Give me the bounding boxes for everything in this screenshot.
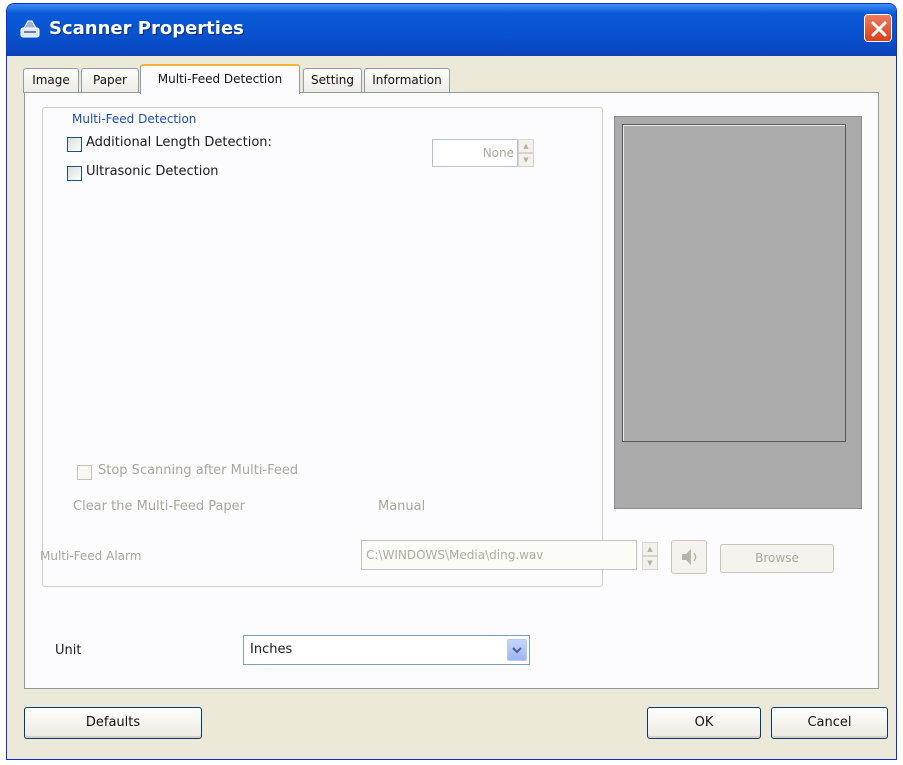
spin-up-icon[interactable]: ▲ bbox=[518, 139, 534, 153]
multi-feed-alarm-label: Multi-Feed Alarm bbox=[40, 549, 142, 563]
window-title: Scanner Properties bbox=[49, 18, 244, 39]
multi-feed-detection-group: Multi-Feed Detection Additional Length D… bbox=[42, 107, 603, 587]
ultrasonic-checkbox[interactable] bbox=[67, 166, 82, 181]
scanner-icon bbox=[19, 18, 41, 40]
spin-down-icon[interactable]: ▼ bbox=[642, 556, 658, 570]
unit-selected-value: Inches bbox=[250, 642, 293, 657]
ok-button[interactable]: OK bbox=[647, 707, 761, 739]
tab-setting[interactable]: Setting bbox=[303, 68, 362, 93]
alarm-spinner[interactable]: ▲ ▼ bbox=[642, 542, 658, 570]
clear-paper-value[interactable]: Manual bbox=[378, 499, 425, 514]
ultrasonic-label: Ultrasonic Detection bbox=[86, 164, 219, 179]
additional-length-label: Additional Length Detection: bbox=[86, 135, 272, 150]
additional-length-checkbox[interactable] bbox=[67, 137, 82, 152]
defaults-button[interactable]: Defaults bbox=[24, 707, 202, 739]
chevron-down-icon[interactable] bbox=[507, 639, 527, 661]
multi-feed-detection-panel: Multi-Feed Detection Additional Length D… bbox=[24, 92, 879, 689]
play-sound-button[interactable] bbox=[671, 540, 707, 574]
scanner-properties-window: Scanner Properties Image Paper Multi-Fee… bbox=[6, 3, 897, 760]
tab-multi-feed-detection[interactable]: Multi-Feed Detection bbox=[140, 64, 300, 94]
additional-length-value[interactable]: None bbox=[432, 139, 518, 167]
stop-scanning-checkbox[interactable] bbox=[77, 465, 92, 480]
alarm-file-path[interactable]: C:\WINDOWS\Media\ding.wav bbox=[361, 540, 637, 570]
title-bar[interactable]: Scanner Properties bbox=[7, 4, 896, 56]
spin-up-icon[interactable]: ▲ bbox=[642, 542, 658, 556]
clear-paper-label: Clear the Multi-Feed Paper bbox=[73, 499, 246, 514]
close-icon bbox=[871, 21, 887, 37]
tab-paper[interactable]: Paper bbox=[81, 68, 139, 93]
unit-label: Unit bbox=[55, 643, 82, 658]
paper-preview bbox=[614, 116, 862, 509]
paper-preview-page bbox=[622, 124, 846, 442]
tab-image[interactable]: Image bbox=[23, 68, 79, 93]
additional-length-spinner[interactable]: ▲ ▼ bbox=[518, 139, 534, 167]
stop-scanning-label: Stop Scanning after Multi-Feed bbox=[98, 463, 299, 478]
group-label: Multi-Feed Detection bbox=[69, 112, 200, 126]
spin-down-icon[interactable]: ▼ bbox=[518, 153, 534, 167]
cancel-button[interactable]: Cancel bbox=[771, 707, 888, 739]
speaker-icon bbox=[682, 549, 697, 565]
close-button[interactable] bbox=[864, 14, 892, 42]
tab-information[interactable]: Information bbox=[364, 68, 450, 93]
browse-button[interactable]: Browse bbox=[720, 544, 834, 573]
unit-dropdown[interactable]: Inches bbox=[243, 635, 530, 665]
